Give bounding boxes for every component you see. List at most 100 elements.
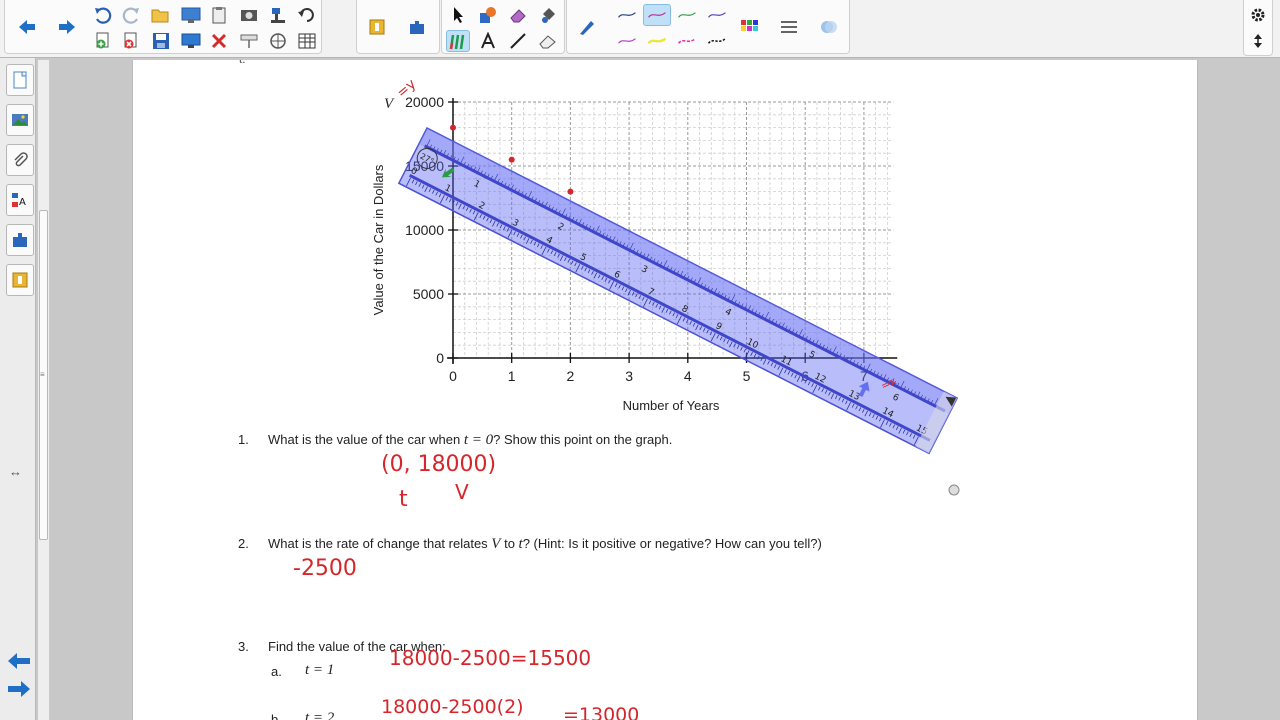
pen-style-pink[interactable] [673,30,701,52]
smart-notebook-window: A ↔ ≡ t. Value of the Car in Dollars Num… [0,0,1280,720]
transparency-icon[interactable] [817,16,841,38]
undo-redo-history-icon[interactable] [295,4,319,26]
side-panel-scrollbar[interactable]: ≡ [38,60,50,720]
back-icon[interactable] [13,16,41,38]
svg-text:A: A [19,197,26,208]
addons-icon[interactable] [405,16,429,38]
page-sorter-icon[interactable] [6,64,34,96]
open-file-icon[interactable] [149,4,173,26]
line-style-icon[interactable] [777,16,801,38]
data-point [508,156,515,163]
scroll-grip: ≡ [40,370,45,379]
addons-icon[interactable] [6,224,34,256]
pen-style-blue[interactable] [643,4,671,26]
screen-capture-icon[interactable] [237,4,261,26]
prev-page-icon[interactable] [6,650,32,672]
ruler-rotate-knob[interactable] [948,484,960,496]
save-icon[interactable] [149,30,173,52]
data-point [567,188,574,195]
colors-icon[interactable] [737,16,761,38]
page-top-fragment: t. [239,60,245,67]
y-tick-label: 5000 [413,286,444,302]
add-page-icon[interactable] [91,30,115,52]
pen-style-yellow[interactable] [643,30,671,52]
sub-item-a-math: t = 1 [305,662,335,678]
toolbar-controls [1243,0,1273,56]
question-1-text: What is the value of the car when t = 0?… [268,432,672,449]
sub-item-b-label: b. [271,712,282,720]
x-axis-label: Number of Years [623,398,720,413]
properties-icon[interactable]: A [6,184,34,216]
eraser-tool-icon[interactable] [536,30,560,52]
question-2-text: What is the rate of change that relates … [268,536,822,553]
gallery-icon[interactable] [6,104,34,136]
data-point [450,124,456,131]
undo-icon[interactable] [91,4,115,26]
pen-style-magenta[interactable] [613,30,641,52]
settings-gear-icon[interactable] [1246,4,1270,26]
toolbar-group-pens [566,0,850,54]
pen-tool-icon[interactable] [575,16,599,38]
y-variable-label: V [384,96,395,112]
handwritten-q3b-result: =13000 [563,704,640,720]
handwritten-q3b: 18000-2500(2) [381,696,524,718]
sub-item-a-label: a. [271,664,282,679]
handwritten-q1-v: V [455,480,469,504]
attachments-icon[interactable] [6,144,34,176]
question-1-number: 1. [238,432,249,447]
delete-icon[interactable] [207,30,231,52]
x-tick-label: 2 [567,368,575,384]
gallery-icon[interactable] [365,16,389,38]
question-1-text-b: ? Show this point on the graph. [493,432,673,447]
main-toolbar [0,0,1280,58]
x-tick-label: 0 [449,368,457,384]
fill-icon[interactable] [237,30,261,52]
paste-icon[interactable] [207,4,231,26]
pen-style-black[interactable] [703,30,731,52]
text-icon[interactable] [476,30,500,52]
eraser-icon[interactable] [506,4,530,26]
delete-page-icon[interactable] [119,30,143,52]
notebook-page: t. Value of the Car in Dollars Number of… [132,60,1198,720]
question-2-text-b: ? (Hint: Is it positive or negative? How… [522,536,822,551]
x-tick-label: 4 [684,368,692,384]
table-icon[interactable] [295,30,319,52]
handwritten-q1-t: t [399,487,408,512]
question-2-text-a: What is the rate of change that relates [268,536,492,551]
line-icon[interactable] [506,30,530,52]
toolbar-move-icon[interactable] [1246,30,1270,52]
canvas-margin [1199,60,1280,720]
display-icon[interactable] [179,30,203,52]
question-1-math: t = 0 [463,432,494,448]
question-2-number: 2. [238,536,249,551]
x-tick-label: 5 [743,368,751,384]
handwritten-q1-point: (0, 18000) [381,452,497,477]
fill-paint-icon[interactable] [536,4,560,26]
handwritten-q3a: 18000-2500=15500 [389,646,592,670]
forward-icon[interactable] [53,16,81,38]
x-tick-label: 3 [625,368,633,384]
resize-handle-icon[interactable]: ↔ [9,464,22,479]
pen-style-red[interactable] [613,4,641,26]
pen-style-green[interactable] [673,4,701,26]
question-1-text-a: What is the value of the car when [268,432,464,447]
y-tick-label: 10000 [405,222,444,238]
screen-shade-icon[interactable] [179,4,203,26]
x-tick-label: 1 [508,368,516,384]
question-2-text-mid: to [500,536,519,551]
sub-item-b-math: t = 2 [305,710,335,720]
y-tick-label: 0 [436,350,444,366]
select-icon[interactable] [446,4,470,26]
pen-style-purple[interactable] [703,4,731,26]
next-page-icon[interactable] [6,678,32,700]
handwritten-q2-answer: -2500 [293,556,357,581]
grid-icon[interactable] [267,30,291,52]
lesson-activity-icon[interactable] [6,264,34,296]
question-3-number: 3. [238,639,249,654]
document-camera-icon[interactable] [267,4,291,26]
redo-icon[interactable] [119,4,143,26]
y-axis-label: Value of the Car in Dollars [371,164,386,315]
pen-icon[interactable] [446,30,470,52]
shapes-icon[interactable] [476,4,500,26]
toolbar-group-navigation [4,0,322,54]
